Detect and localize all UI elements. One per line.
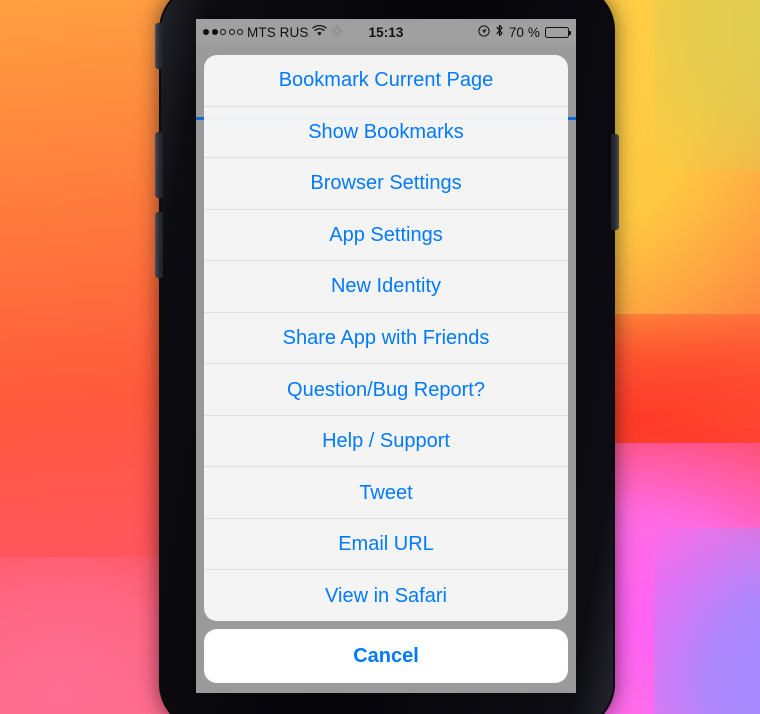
action-view-in-safari[interactable]: View in Safari bbox=[204, 570, 568, 621]
action-new-identity[interactable]: New Identity bbox=[204, 261, 568, 313]
mute-switch-button[interactable] bbox=[155, 23, 163, 69]
battery-percent-label: 70 % bbox=[508, 24, 540, 40]
action-show-bookmarks[interactable]: Show Bookmarks bbox=[204, 107, 568, 159]
action-sheet-options-group: Bookmark Current Page Show Bookmarks Bro… bbox=[204, 55, 568, 621]
phone-device: MTS RUS 15:13 70 % Bookmark Current Page… bbox=[155, 0, 619, 714]
phone-screen: MTS RUS 15:13 70 % Bookmark Current Page… bbox=[196, 19, 576, 693]
status-bar-left: MTS RUS bbox=[203, 24, 344, 40]
network-activity-icon bbox=[331, 24, 344, 40]
cancel-button[interactable]: Cancel bbox=[204, 629, 568, 683]
action-sheet: Bookmark Current Page Show Bookmarks Bro… bbox=[204, 55, 568, 683]
volume-down-button[interactable] bbox=[155, 212, 163, 278]
action-app-settings[interactable]: App Settings bbox=[204, 210, 568, 262]
power-button[interactable] bbox=[611, 134, 619, 230]
carrier-label: MTS RUS bbox=[247, 24, 309, 40]
signal-dots-icon bbox=[203, 29, 243, 35]
action-help-support[interactable]: Help / Support bbox=[204, 416, 568, 468]
wifi-icon bbox=[312, 24, 328, 40]
status-bar-right: 70 % bbox=[478, 24, 571, 40]
action-tweet[interactable]: Tweet bbox=[204, 467, 568, 519]
location-arrow-icon bbox=[478, 24, 490, 40]
wallpaper-green-blob bbox=[653, 0, 760, 172]
wallpaper-purple-blob bbox=[653, 528, 760, 714]
action-share-app-with-friends[interactable]: Share App with Friends bbox=[204, 313, 568, 365]
battery-icon bbox=[545, 26, 571, 38]
screenshot-stage: MTS RUS 15:13 70 % Bookmark Current Page… bbox=[0, 0, 760, 714]
action-browser-settings[interactable]: Browser Settings bbox=[204, 158, 568, 210]
action-email-url[interactable]: Email URL bbox=[204, 519, 568, 571]
bluetooth-icon bbox=[495, 24, 504, 40]
volume-up-button[interactable] bbox=[155, 132, 163, 198]
action-bookmark-current-page[interactable]: Bookmark Current Page bbox=[204, 55, 568, 107]
action-question-bug-report[interactable]: Question/Bug Report? bbox=[204, 364, 568, 416]
status-bar: MTS RUS 15:13 70 % bbox=[196, 19, 576, 45]
